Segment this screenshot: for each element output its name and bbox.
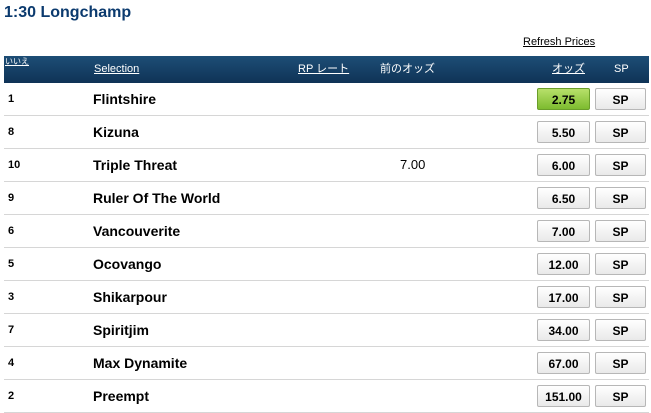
odds-button[interactable]: 151.00 (537, 385, 590, 407)
runner-name: Triple Threat (93, 157, 178, 173)
header-sp: SP (614, 63, 629, 75)
runner-list: 1 Flintshire 2.75 SP 8 Kizuna 5.50 SP 10 Triple T… (4, 83, 649, 413)
sp-button[interactable]: SP (595, 154, 646, 176)
runner-name: Kizuna (93, 124, 139, 140)
sp-button[interactable]: SP (595, 286, 646, 308)
header-selection-sort[interactable]: Selection (94, 56, 139, 83)
sp-button[interactable]: SP (595, 88, 646, 110)
odds-button[interactable]: 12.00 (537, 253, 590, 275)
runner-row: 3 Shikarpour 17.00 SP (4, 281, 649, 314)
runner-row: 6 Vancouverite 7.00 SP (4, 215, 649, 248)
runner-number: 5 (8, 258, 15, 270)
runner-row: 1 Flintshire 2.75 SP (4, 83, 649, 116)
runner-name: Ocovango (93, 256, 162, 272)
odds-button[interactable]: 2.75 (537, 88, 590, 110)
runner-row: 9 Ruler Of The World 6.50 SP (4, 182, 649, 215)
sp-button[interactable]: SP (595, 121, 646, 143)
sp-button[interactable]: SP (595, 187, 646, 209)
runner-number: 10 (8, 159, 21, 171)
runner-row: 2 Preempt 151.00 SP (4, 380, 649, 413)
sp-button[interactable]: SP (595, 319, 646, 341)
runner-row: 8 Kizuna 5.50 SP (4, 116, 649, 149)
header-number-sort[interactable]: いいえ (5, 56, 29, 85)
runner-row: 10 Triple Threat 7.00 6.00 SP (4, 149, 649, 182)
odds-button[interactable]: 5.50 (537, 121, 590, 143)
runner-number: 7 (8, 324, 15, 336)
refresh-prices-link[interactable]: Refresh Prices (523, 36, 595, 48)
runner-name: Flintshire (93, 91, 157, 107)
runner-number: 2 (8, 390, 15, 402)
odds-button[interactable]: 67.00 (537, 352, 590, 374)
runner-row: 5 Ocovango 12.00 SP (4, 248, 649, 281)
header-rp-sort[interactable]: RP レート (298, 56, 349, 83)
runner-number: 4 (8, 357, 15, 369)
odds-button[interactable]: 17.00 (537, 286, 590, 308)
sp-button[interactable]: SP (595, 385, 646, 407)
runner-number: 1 (8, 93, 15, 105)
runner-name: Ruler Of The World (93, 190, 221, 206)
runner-row: 7 Spiritjim 34.00 SP (4, 314, 649, 347)
sp-button[interactable]: SP (595, 220, 646, 242)
runner-name: Preempt (93, 388, 150, 404)
runner-number: 8 (8, 126, 15, 138)
sp-button[interactable]: SP (595, 352, 646, 374)
sp-button[interactable]: SP (595, 253, 646, 275)
runner-number: 9 (8, 192, 15, 204)
runner-name: Spiritjim (93, 322, 150, 338)
race-title: 1:30 Longchamp (4, 4, 132, 21)
odds-button[interactable]: 7.00 (537, 220, 590, 242)
runner-name: Shikarpour (93, 289, 167, 305)
header-odds-sort[interactable]: オッズ (552, 56, 585, 83)
runner-number: 6 (8, 225, 15, 237)
runner-prev-odds: 7.00 (400, 157, 426, 172)
runner-row: 4 Max Dynamite 67.00 SP (4, 347, 649, 380)
table-header: いいえ Selection RP レート 前のオッズ オッズ SP (4, 56, 649, 83)
odds-button[interactable]: 6.00 (537, 154, 590, 176)
odds-button[interactable]: 34.00 (537, 319, 590, 341)
runner-number: 3 (8, 291, 15, 303)
runner-name: Vancouverite (93, 223, 181, 239)
runner-name: Max Dynamite (93, 355, 188, 371)
odds-button[interactable]: 6.50 (537, 187, 590, 209)
header-prev-odds: 前のオッズ (380, 63, 435, 75)
